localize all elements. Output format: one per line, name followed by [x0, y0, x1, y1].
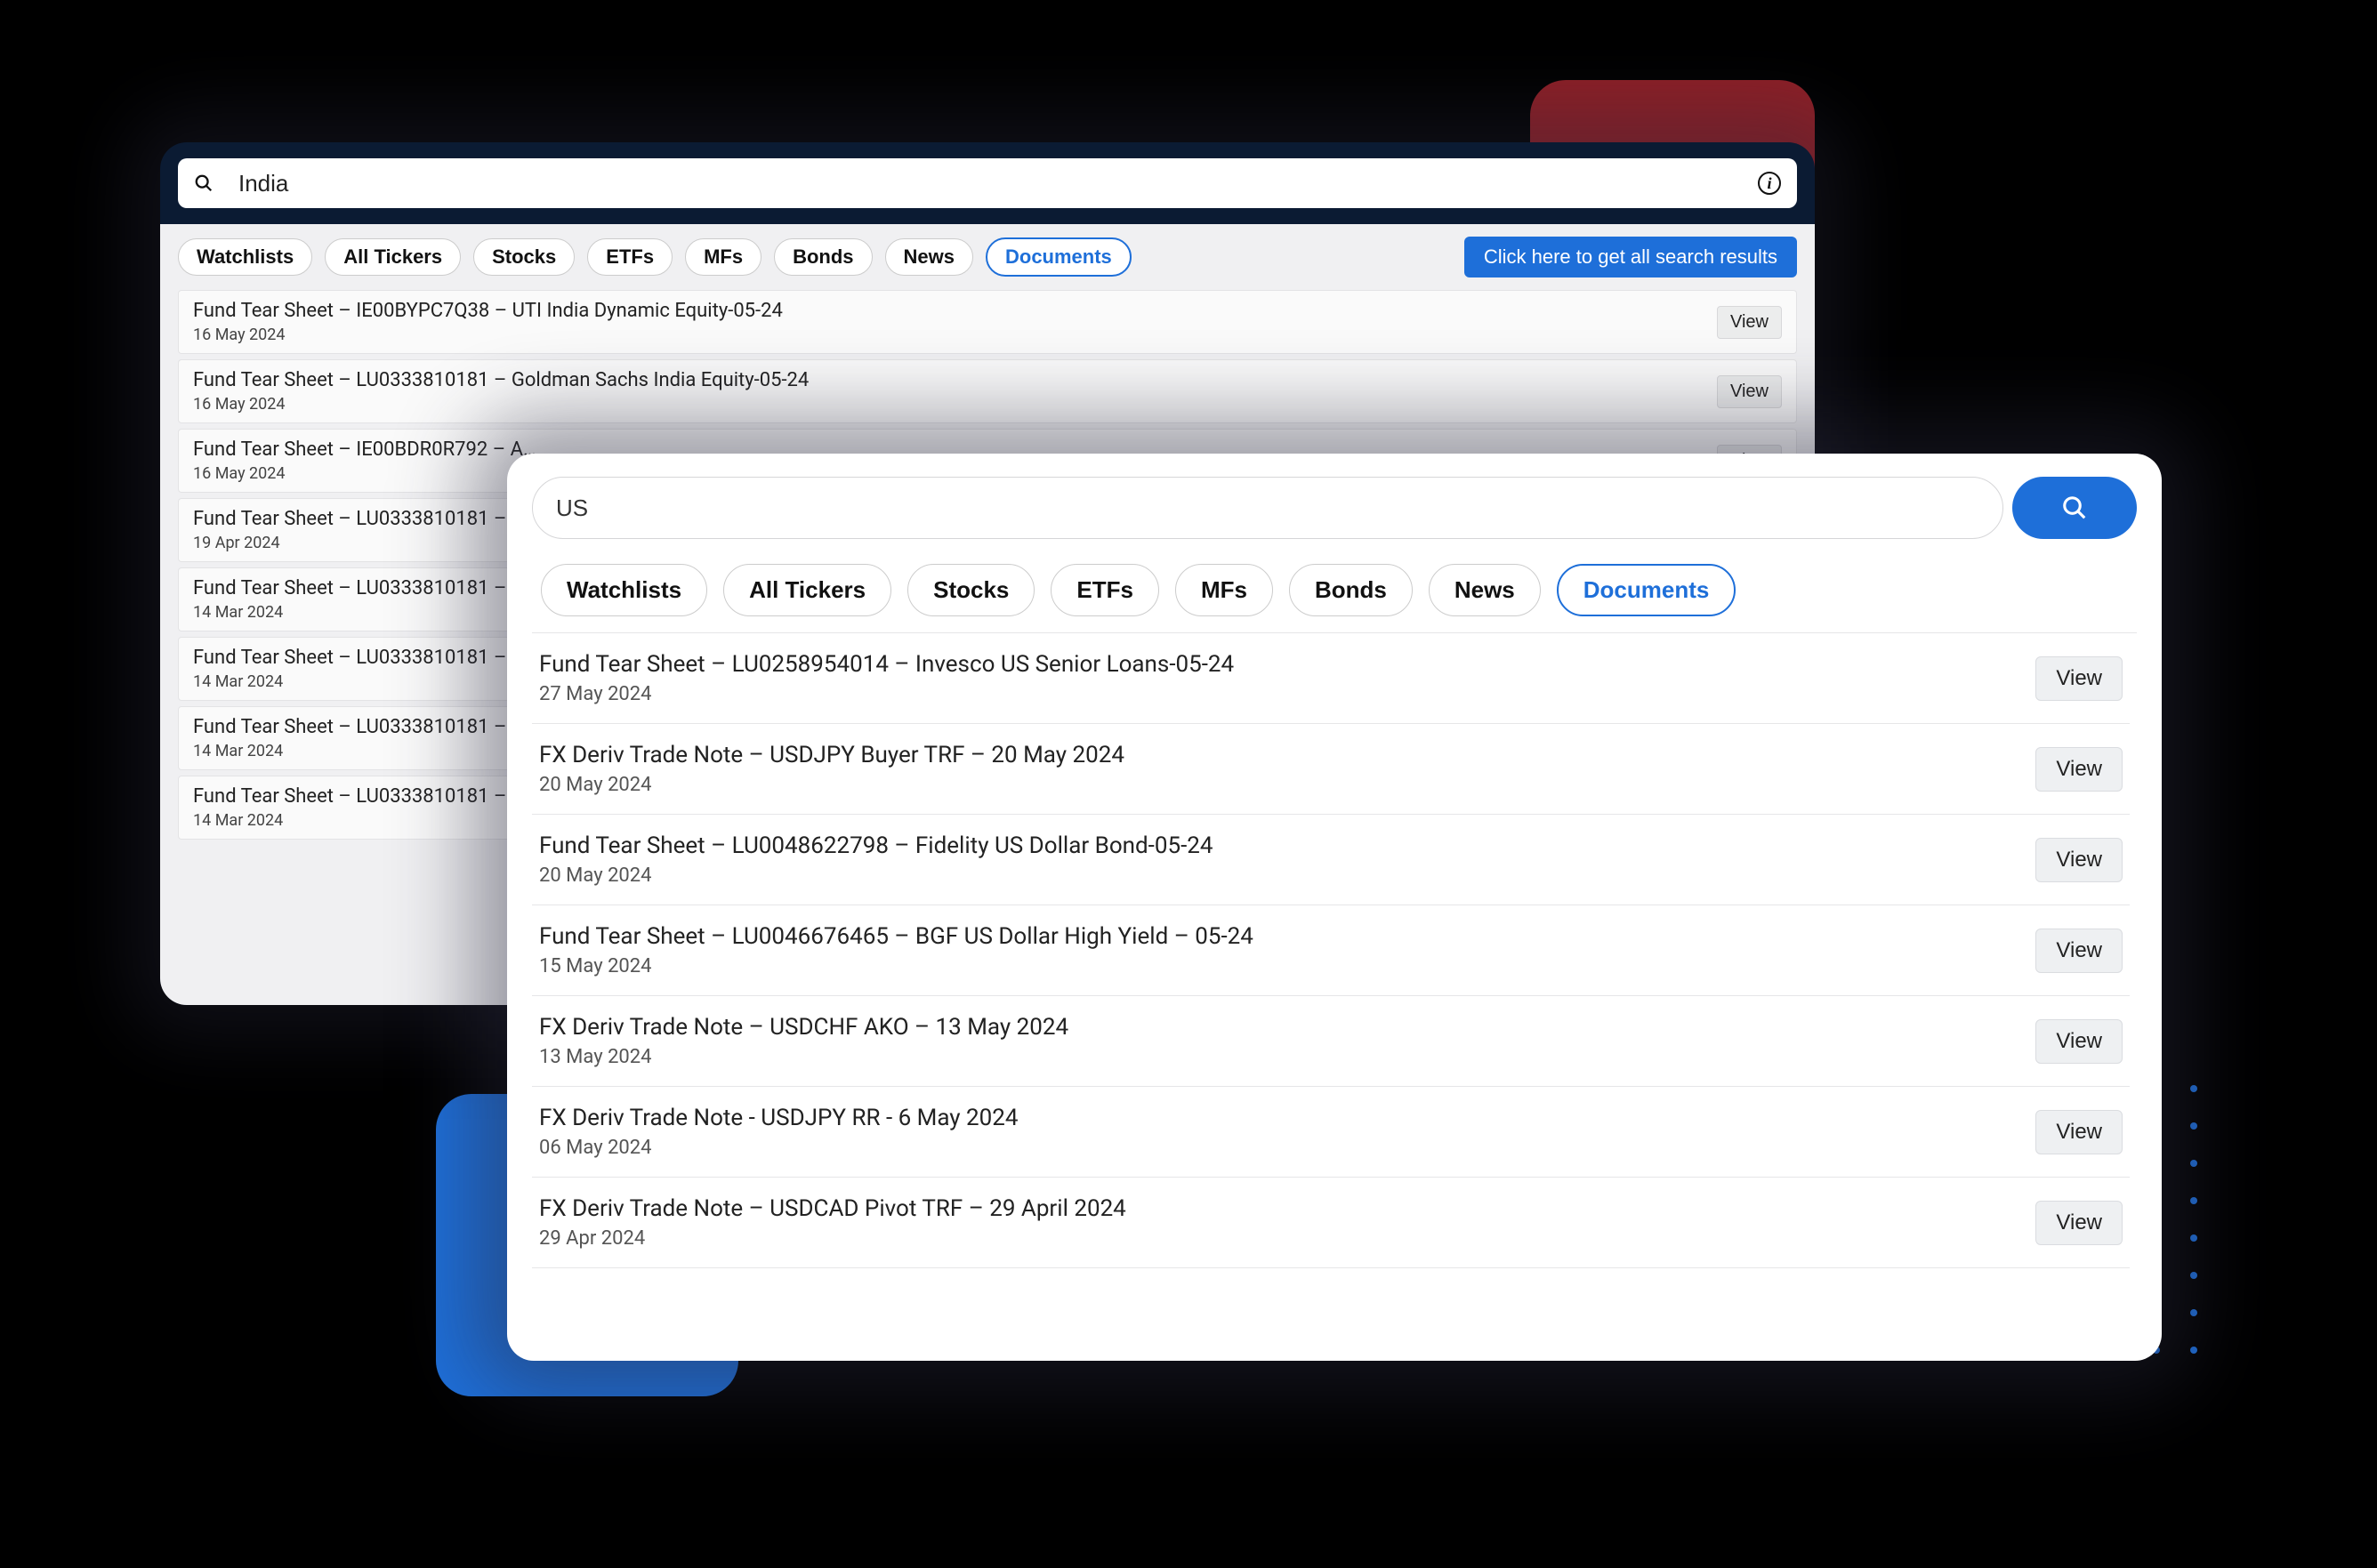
search-panel-front: Watchlists All Tickers Stocks ETFs MFs Bonds N…	[507, 454, 2162, 1361]
get-all-results-button[interactable]: Click here to get all search results	[1464, 237, 1797, 277]
filter-pill[interactable]: News	[1429, 564, 1541, 616]
result-title: Fund Tear Sheet – LU0046676465 – BGF US …	[539, 923, 2035, 950]
view-button[interactable]: View	[2035, 656, 2123, 701]
filter-row: Watchlists All Tickers Stocks ETFs MFs Bonds N…	[160, 224, 1815, 290]
result-row: FX Deriv Trade Note – USDCAD Pivot TRF –…	[532, 1178, 2130, 1268]
result-date: 20 May 2024	[539, 774, 2035, 796]
result-date: 06 May 2024	[539, 1137, 2035, 1159]
result-date: 16 May 2024	[193, 326, 1717, 344]
result-row: Fund Tear Sheet – LU0048622798 – Fidelit…	[532, 815, 2130, 905]
result-title: Fund Tear Sheet – LU0333810181 – Goldman…	[193, 369, 1717, 391]
result-title: Fund Tear Sheet – LU0258954014 – Invesco…	[539, 651, 2035, 678]
view-button[interactable]: View	[2035, 747, 2123, 792]
result-title: Fund Tear Sheet – LU0048622798 – Fidelit…	[539, 832, 2035, 859]
search-input[interactable]	[238, 170, 1758, 197]
view-button[interactable]: View	[2035, 1110, 2123, 1154]
filter-pill[interactable]: Stocks	[473, 238, 575, 276]
result-date: 13 May 2024	[539, 1046, 2035, 1068]
view-button[interactable]: View	[1717, 375, 1782, 408]
filter-pill[interactable]: Documents	[986, 237, 1132, 277]
filter-pill[interactable]: Bonds	[774, 238, 872, 276]
filter-pill[interactable]: ETFs	[1051, 564, 1159, 616]
search-input[interactable]	[556, 495, 1979, 522]
result-row: Fund Tear Sheet – LU0046676465 – BGF US …	[532, 905, 2130, 996]
view-button[interactable]: View	[2035, 1201, 2123, 1245]
result-date: 20 May 2024	[539, 864, 2035, 887]
result-row: FX Deriv Trade Note - USDJPY RR - 6 May …	[532, 1087, 2130, 1178]
filter-pill[interactable]: News	[885, 238, 973, 276]
result-row: FX Deriv Trade Note – USDCHF AKO – 13 Ma…	[532, 996, 2130, 1087]
filter-pill[interactable]: Documents	[1557, 564, 1736, 616]
result-row: Fund Tear Sheet – IE00BYPC7Q38 – UTI Ind…	[178, 290, 1797, 354]
result-title: FX Deriv Trade Note – USDCAD Pivot TRF –…	[539, 1195, 2035, 1222]
filter-pill[interactable]: All Tickers	[723, 564, 891, 616]
result-title: FX Deriv Trade Note - USDJPY RR - 6 May …	[539, 1105, 2035, 1131]
search-icon	[194, 173, 214, 193]
result-date: 29 Apr 2024	[539, 1227, 2035, 1250]
result-row: Fund Tear Sheet – LU0258954014 – Invesco…	[532, 633, 2130, 724]
results-list[interactable]: Fund Tear Sheet – LU0258954014 – Invesco…	[532, 632, 2137, 1326]
filter-pill[interactable]: Watchlists	[541, 564, 707, 616]
filter-pill[interactable]: ETFs	[587, 238, 673, 276]
result-title: FX Deriv Trade Note – USDCHF AKO – 13 Ma…	[539, 1014, 2035, 1041]
search-icon	[2061, 495, 2088, 521]
result-title: FX Deriv Trade Note – USDJPY Buyer TRF –…	[539, 742, 2035, 768]
result-row: FX Deriv Trade Note – USDJPY Buyer TRF –…	[532, 724, 2130, 815]
filter-pill[interactable]: MFs	[1175, 564, 1273, 616]
filter-pill[interactable]: All Tickers	[325, 238, 461, 276]
filter-pill[interactable]: Stocks	[907, 564, 1035, 616]
filter-pill[interactable]: Watchlists	[178, 238, 312, 276]
filter-pill[interactable]: MFs	[685, 238, 761, 276]
filter-row: Watchlists All Tickers Stocks ETFs MFs Bonds N…	[532, 564, 2137, 632]
search-bar: i	[178, 158, 1797, 208]
result-date: 15 May 2024	[539, 955, 2035, 977]
view-button[interactable]: View	[2035, 838, 2123, 882]
result-title: Fund Tear Sheet – IE00BYPC7Q38 – UTI Ind…	[193, 300, 1717, 322]
filter-pill[interactable]: Bonds	[1289, 564, 1413, 616]
search-button[interactable]	[2012, 477, 2137, 539]
view-button[interactable]: View	[2035, 1019, 2123, 1064]
result-row: Fund Tear Sheet – LU0333810181 – Goldman…	[178, 359, 1797, 423]
search-input-wrap	[532, 477, 2003, 539]
search-row	[532, 477, 2137, 539]
view-button[interactable]: View	[2035, 929, 2123, 973]
info-icon[interactable]: i	[1758, 172, 1781, 195]
result-date: 27 May 2024	[539, 683, 2035, 705]
result-date: 16 May 2024	[193, 395, 1717, 414]
view-button[interactable]: View	[1717, 306, 1782, 339]
